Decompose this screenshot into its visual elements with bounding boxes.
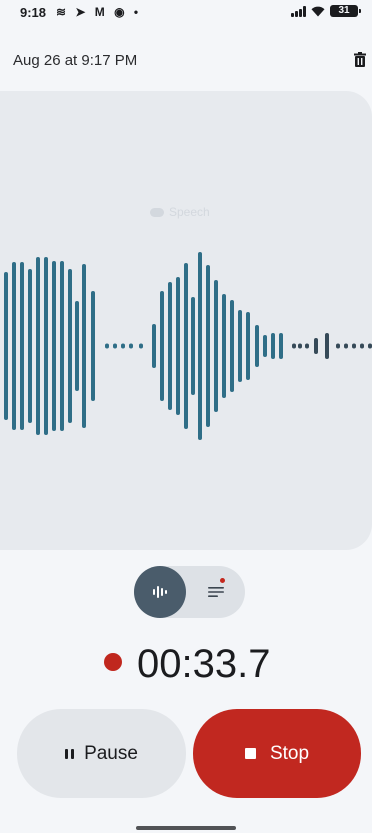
waveform-bar — [298, 343, 302, 349]
waveform-bar — [292, 343, 296, 349]
signal-icon — [291, 5, 306, 17]
waveform-bar — [44, 257, 48, 435]
waveform-bar — [168, 282, 172, 410]
recording-title: Aug 26 at 9:17 PM — [13, 52, 138, 69]
waveform-bar — [28, 269, 32, 423]
waveform-bar — [121, 343, 125, 349]
waveform-bar — [352, 343, 356, 349]
waveform-bar — [160, 291, 164, 401]
waveform-bar — [12, 262, 16, 430]
pause-button[interactable]: Pause — [17, 709, 186, 798]
waveform-bar — [4, 272, 8, 420]
waveform-bar — [191, 297, 195, 395]
status-bar: 9:18 ≋ ➤ M ◉ • 31 — [0, 0, 372, 26]
elapsed-timer: 00:33.7 — [137, 642, 271, 686]
waveform-bar — [91, 291, 95, 401]
battery-icon: 31 — [330, 5, 361, 17]
waveform-bar — [206, 265, 210, 427]
waveform-bar — [360, 343, 364, 349]
waveform-bar — [60, 261, 64, 431]
system-icons: 31 — [291, 5, 361, 17]
waveform-bar — [113, 343, 117, 349]
waveform-bar — [368, 343, 372, 349]
waveform — [4, 252, 372, 440]
waveform-bar — [75, 301, 79, 391]
waveform-bar — [139, 343, 143, 349]
view-toggle — [134, 566, 245, 618]
waveform-bar — [222, 294, 226, 398]
waveform-bar — [20, 262, 24, 430]
waveform-bar — [263, 335, 267, 357]
waveform-icon — [153, 586, 167, 598]
waveform-bar — [214, 280, 218, 412]
waveform-bar — [336, 343, 340, 349]
waveform-bar — [305, 343, 309, 349]
stop-icon — [244, 748, 256, 759]
waveform-bar — [230, 300, 234, 392]
waveform-bar — [314, 338, 318, 354]
waveform-bar — [238, 310, 242, 382]
waveform-bar — [52, 261, 56, 431]
waveform-bar — [184, 263, 188, 429]
stop-label: Stop — [269, 742, 310, 764]
waveform-bar — [198, 252, 202, 440]
waveform-bar — [271, 333, 275, 359]
waveform-view-button[interactable] — [134, 566, 186, 618]
transcript-view-button[interactable] — [190, 566, 242, 618]
waveform-bar — [68, 269, 72, 423]
transcript-icon — [208, 587, 224, 597]
wifi-icon — [311, 6, 325, 17]
waveform-bar — [255, 325, 259, 367]
waveform-bar — [129, 343, 133, 349]
waveform-bar — [176, 277, 180, 415]
waveform-bar — [344, 343, 348, 349]
notification-dot — [220, 578, 225, 583]
waveform-bar — [105, 343, 109, 349]
waveform-bar — [36, 257, 40, 435]
waveform-bar — [279, 333, 283, 359]
waveform-bar — [246, 312, 250, 380]
waveform-bar — [82, 264, 86, 428]
pause-label: Pause — [84, 742, 138, 764]
status-time: 9:18 — [20, 5, 47, 20]
waveform-panel: Speech — [0, 91, 372, 550]
waveform-bar — [152, 324, 156, 368]
stop-button[interactable]: Stop — [193, 709, 361, 798]
recording-indicator — [104, 653, 122, 671]
pause-icon — [65, 748, 75, 759]
home-indicator[interactable] — [136, 826, 236, 830]
waveform-bar — [325, 333, 329, 359]
trash-icon[interactable] — [350, 50, 370, 70]
notification-icons: ≋ ➤ M ◉ • — [56, 5, 142, 19]
